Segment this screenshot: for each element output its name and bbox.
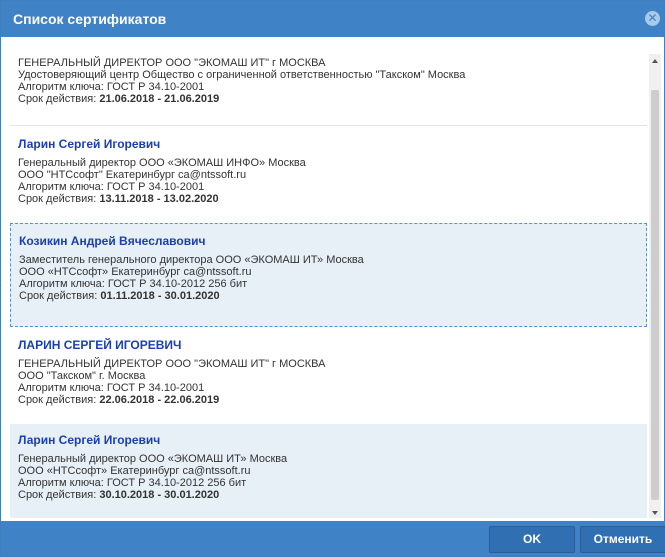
- certificate-owner-name: ЛАРИН СЕРГЕЙ ИГОРЕВИЧ: [18, 338, 182, 352]
- certificate-owner-name: Козикин Андрей Вячеславович: [19, 234, 206, 248]
- certificate-position: Заместитель генерального директора ООО «…: [19, 254, 364, 266]
- certificate-algorithm: Алгоритм ключа: ГОСТ Р 34.10-2001: [18, 81, 205, 93]
- certificate-item[interactable]: Ларин Сергей Игоревич Генеральный директ…: [10, 424, 647, 518]
- certificate-position: ГЕНЕРАЛЬНЫЙ ДИРЕКТОР ООО "ЭКОМАШ ИТ" г М…: [18, 57, 326, 69]
- certificate-position: Генеральный директор ООО «ЭКОМАШ ИТ» Мос…: [18, 453, 288, 465]
- certificate-item[interactable]: ЛАРИН СЕРГЕЙ ИГОРЕВИЧ ГЕНЕРАЛЬНЫЙ ДИРЕКТ…: [10, 328, 647, 424]
- certificate-algorithm: Алгоритм ключа: ГОСТ Р 34.10-2012 256 би…: [19, 278, 248, 290]
- certificate-validity: Срок действия: 13.11.2018 - 13.02.2020: [18, 193, 219, 205]
- certificate-item[interactable]: ГЕНЕРАЛЬНЫЙ ДИРЕКТОР ООО "ЭКОМАШ ИТ" г М…: [10, 54, 647, 125]
- certificate-issuer: ООО "Такском" г. Москва: [18, 370, 146, 382]
- certificate-list-dialog: Список сертификатов ✕ ГЕНЕРАЛЬНЫЙ ДИРЕКТ…: [0, 0, 665, 557]
- certificate-validity: Срок действия: 21.06.2018 - 21.06.2019: [18, 93, 220, 105]
- certificate-item-selected[interactable]: Козикин Андрей Вячеславович Заместитель …: [10, 223, 647, 327]
- certificate-issuer: ООО «НТСсофт» Екатеринбург ca@ntssoft.ru: [19, 266, 252, 278]
- certificate-algorithm: Алгоритм ключа: ГОСТ Р 34.10-2001: [18, 382, 205, 394]
- close-icon[interactable]: ✕: [645, 11, 660, 26]
- cancel-button[interactable]: Отменить: [580, 526, 665, 553]
- dialog-footer: OK Отменить: [1, 521, 665, 556]
- certificate-position: ГЕНЕРАЛЬНЫЙ ДИРЕКТОР ООО "ЭКОМАШ ИТ" г М…: [18, 358, 326, 370]
- dialog-title: Список сертификатов: [13, 11, 167, 27]
- certificate-validity: Срок действия: 01.11.2018 - 30.01.2020: [19, 290, 220, 302]
- certificate-issuer: Удостоверяющий центр Общество с ограниче…: [18, 69, 466, 81]
- dialog-titlebar: Список сертификатов ✕: [1, 1, 664, 37]
- scroll-down-arrow-icon[interactable]: [649, 506, 661, 518]
- certificate-owner-name: Ларин Сергей Игоревич: [18, 433, 161, 447]
- scroll-up-arrow-icon[interactable]: [649, 54, 661, 66]
- certificate-validity: Срок действия: 22.06.2018 - 22.06.2019: [18, 394, 220, 406]
- ok-button[interactable]: OK: [489, 526, 575, 553]
- vertical-scrollbar[interactable]: [649, 54, 661, 518]
- certificate-item[interactable]: Ларин Сергей Игоревич Генеральный директ…: [10, 126, 647, 223]
- certificate-position: Генеральный директор ООО «ЭКОМАШ ИНФО» М…: [18, 157, 306, 169]
- certificate-list: ГЕНЕРАЛЬНЫЙ ДИРЕКТОР ООО "ЭКОМАШ ИТ" г М…: [10, 54, 647, 518]
- certificate-issuer: ООО «НТСсофт» Екатеринбург ca@ntssoft.ru: [18, 465, 251, 477]
- certificate-owner-name: Ларин Сергей Игоревич: [18, 137, 161, 151]
- certificate-algorithm: Алгоритм ключа: ГОСТ Р 34.10-2001: [18, 181, 205, 193]
- certificate-issuer: ООО "НТСсофт" Екатеринбург ca@ntssoft.ru: [18, 169, 247, 181]
- scroll-thumb[interactable]: [651, 90, 659, 500]
- certificate-validity: Срок действия: 30.10.2018 - 30.01.2020: [18, 489, 220, 501]
- certificate-algorithm: Алгоритм ключа: ГОСТ Р 34.10-2012 256 би…: [18, 477, 247, 489]
